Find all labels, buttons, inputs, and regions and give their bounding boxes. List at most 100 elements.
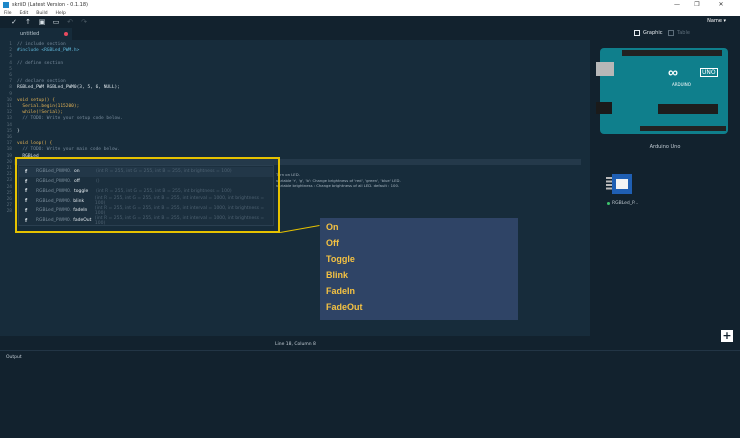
line-number: 17 bbox=[6, 141, 12, 147]
graphic-icon bbox=[634, 30, 640, 36]
line-number: 20 bbox=[6, 159, 12, 165]
line-number: 2 bbox=[9, 48, 12, 54]
power-jack bbox=[596, 102, 612, 114]
folder-icon[interactable]: ▭ bbox=[52, 18, 60, 26]
line-number: 7 bbox=[9, 79, 12, 85]
line-number: 3 bbox=[9, 54, 12, 60]
code-line: // define section bbox=[17, 60, 64, 66]
code-line: // declare section bbox=[17, 79, 66, 85]
line-number: 9 bbox=[9, 91, 12, 97]
line-number: 1 bbox=[9, 42, 12, 47]
code-line: // TODO: Write your main code below. bbox=[17, 147, 120, 153]
editor-tab-bar: untitled bbox=[0, 28, 590, 40]
status-bar: Line 18, Column 8 bbox=[0, 341, 590, 349]
callout-item: Blink bbox=[326, 270, 349, 280]
arduino-wordmark: ARDUINO bbox=[672, 82, 691, 87]
line-number: 8 bbox=[9, 85, 12, 91]
line-number: 25 bbox=[6, 190, 12, 196]
tab-table-label: Table bbox=[677, 30, 690, 36]
line-number: 10 bbox=[6, 97, 12, 103]
line-gutter: 1 2 3 4 5 6 7 8 9 10 11 12 13 14 15 16 17 18 19 20 21 22 23 24 2… bbox=[0, 40, 14, 336]
code-line: void setup() { bbox=[17, 97, 55, 103]
callout-item: Toggle bbox=[326, 254, 355, 264]
line-number: 16 bbox=[6, 135, 12, 140]
code-line: } bbox=[17, 128, 20, 134]
line-number: 22 bbox=[6, 172, 12, 178]
app-icon bbox=[3, 2, 9, 8]
line-number: 5 bbox=[9, 66, 12, 72]
usb-port bbox=[596, 62, 614, 76]
title-bar: skriiD (Latest Version - 0.1.18) bbox=[0, 0, 740, 10]
table-icon bbox=[668, 30, 674, 36]
save-icon[interactable]: ▣ bbox=[38, 18, 46, 26]
output-label: Output bbox=[6, 355, 22, 360]
code-line: // TODO: Write your setup code below. bbox=[17, 116, 123, 122]
code-line: Serial.begin(115200); bbox=[17, 104, 80, 109]
menu-build[interactable]: Build bbox=[36, 11, 47, 16]
upload-icon[interactable]: ↑ bbox=[24, 18, 32, 26]
line-number: 6 bbox=[9, 73, 12, 78]
board-chip bbox=[658, 104, 718, 114]
name-dropdown[interactable]: Name ▾ bbox=[707, 18, 726, 24]
menu-file[interactable]: File bbox=[4, 11, 12, 16]
autocomplete-hint: Turn on LED. variable 'r', 'g', 'b': Chan… bbox=[276, 172, 406, 189]
menu-edit[interactable]: Edit bbox=[20, 11, 29, 16]
line-number: 28 bbox=[6, 209, 12, 215]
rgb-led-module[interactable] bbox=[606, 174, 634, 196]
minimize-button[interactable]: — bbox=[668, 0, 686, 10]
cursor-position: Line 18, Column 8 bbox=[275, 342, 316, 347]
board-name: Arduino Uno bbox=[649, 144, 681, 150]
line-number: 13 bbox=[6, 116, 12, 122]
line-number: 15 bbox=[6, 128, 12, 134]
uno-mark: UNO bbox=[700, 68, 718, 77]
tab-graphic-label: Graphic bbox=[643, 30, 663, 36]
code-line: RGBLed_PWM RGBLed_PWM0(3, 5, 6, NULL); bbox=[17, 85, 120, 91]
tab-graphic[interactable]: Graphic bbox=[634, 30, 662, 36]
line-number: 21 bbox=[6, 166, 12, 171]
method-callout: On Off Toggle Blink FadeIn FadeOut bbox=[320, 218, 518, 320]
line-number: 11 bbox=[6, 104, 12, 109]
arduino-uno-board[interactable]: ∞ UNO ARDUINO bbox=[596, 48, 728, 134]
module-name: RGBLed_P... bbox=[607, 201, 638, 206]
line-number: 4 bbox=[9, 60, 12, 66]
line-number: 27 bbox=[6, 203, 12, 209]
code-line: #include <RGBLed_PWM.h> bbox=[17, 48, 80, 54]
arduino-logo-icon: ∞ bbox=[668, 64, 678, 80]
toolbar: ✓ ↑ ▣ ▭ ↶ ↷ bbox=[0, 16, 740, 28]
highlight-frame bbox=[15, 157, 280, 233]
hardware-panel: Graphic Table ∞ UNO ARDUINO Arduino Uno … bbox=[590, 28, 740, 350]
tab-untitled[interactable]: untitled bbox=[0, 28, 72, 40]
status-dot-icon bbox=[607, 202, 610, 205]
check-icon[interactable]: ✓ bbox=[10, 18, 18, 26]
callout-item: On bbox=[326, 222, 339, 232]
line-number: 19 bbox=[6, 153, 12, 159]
hint-line: variable brightness : Change brightness … bbox=[276, 183, 400, 188]
line-number: 26 bbox=[6, 197, 12, 202]
close-button[interactable]: ✕ bbox=[712, 0, 730, 10]
board-header-top bbox=[622, 50, 722, 56]
tab-table[interactable]: Table bbox=[668, 30, 690, 36]
add-component-button[interactable]: + bbox=[721, 330, 733, 342]
code-line: while(!Serial); bbox=[17, 110, 64, 116]
unsaved-dot-icon bbox=[64, 32, 68, 36]
callout-item: FadeOut bbox=[326, 302, 363, 312]
redo-icon[interactable]: ↷ bbox=[80, 18, 88, 26]
line-number: 12 bbox=[6, 110, 12, 116]
module-led bbox=[616, 179, 628, 189]
menu-help[interactable]: Help bbox=[56, 11, 66, 16]
line-number: 23 bbox=[6, 178, 12, 184]
board-header-bottom bbox=[640, 126, 726, 131]
code-line: // include section bbox=[17, 42, 66, 47]
window-title: skriiD (Latest Version - 0.1.18) bbox=[12, 2, 88, 8]
line-number: 18 bbox=[6, 147, 12, 153]
tab-label: untitled bbox=[20, 31, 40, 37]
callout-item: FadeIn bbox=[326, 286, 356, 296]
undo-icon[interactable]: ↶ bbox=[66, 18, 74, 26]
line-number: 24 bbox=[6, 184, 12, 190]
code-line: void loop() { bbox=[17, 141, 53, 147]
maximize-button[interactable]: ❐ bbox=[688, 0, 706, 10]
callout-item: Off bbox=[326, 238, 339, 248]
output-panel[interactable]: Output bbox=[0, 350, 740, 438]
line-number: 14 bbox=[6, 122, 12, 128]
module-name-text: RGBLed_P... bbox=[612, 201, 639, 206]
